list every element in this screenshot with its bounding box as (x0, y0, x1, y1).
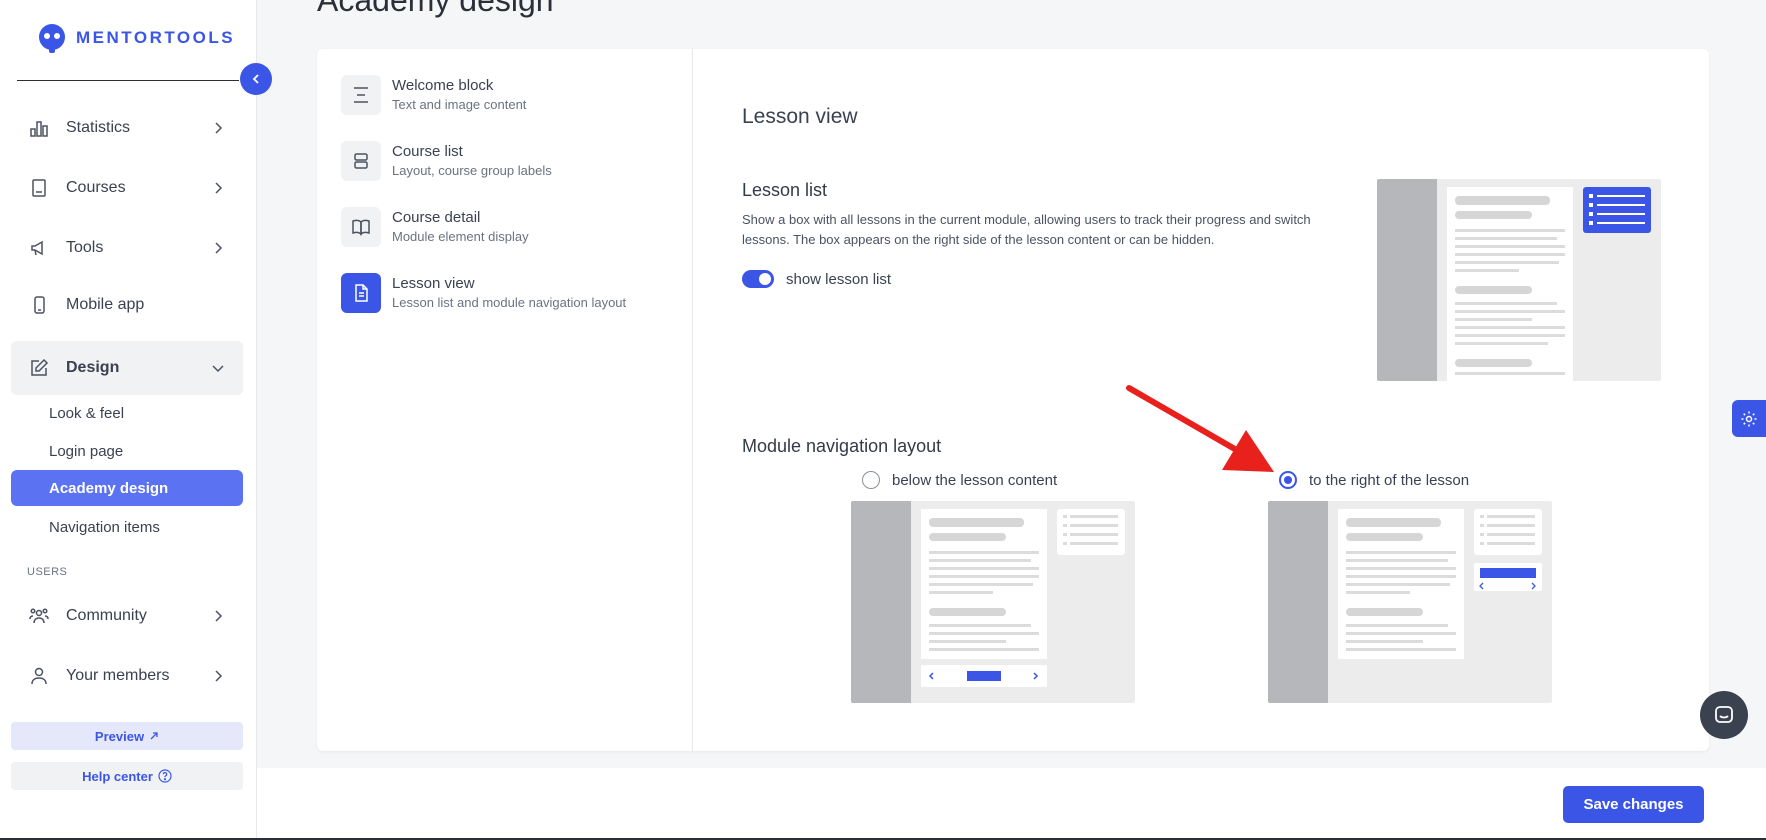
brand-name: MENTORTOOLS (76, 28, 236, 47)
settings-item-subtitle: Lesson list and module navigation layout (392, 295, 627, 310)
megaphone-icon (28, 237, 50, 259)
pencil-icon (28, 357, 50, 379)
sidebar-item-your-members[interactable]: Your members (11, 652, 243, 700)
sidebar-item-label: Statistics (66, 119, 131, 136)
layout-rows-icon (341, 141, 381, 181)
settings-item-lesson-view[interactable]: Lesson view Lesson list and module navig… (341, 267, 681, 319)
settings-item-title: Course detail (392, 209, 481, 226)
content-title: Lesson view (742, 105, 858, 128)
settings-item-title: Welcome block (392, 77, 494, 94)
lesson-list-preview-image (1377, 179, 1661, 381)
radio-label: to the right of the lesson (1309, 471, 1470, 489)
sidebar-subitem-login-page[interactable]: Login page (11, 433, 243, 469)
settings-item-course-list[interactable]: Course list Layout, course group labels (341, 135, 681, 187)
bottom-action-bar (257, 768, 1766, 840)
chevron-down-icon (212, 365, 224, 373)
collapse-sidebar-button[interactable] (240, 63, 272, 95)
radio-below-lesson-content[interactable] (862, 471, 880, 489)
sidebar-item-label: Tools (66, 239, 104, 256)
sidebar-subitem-look-feel[interactable]: Look & feel (11, 395, 243, 431)
radio-option-right[interactable]: to the right of the lesson (1279, 471, 1469, 489)
sidebar-divider (17, 80, 239, 81)
show-lesson-list-toggle[interactable] (742, 270, 774, 288)
phone-icon (28, 294, 50, 316)
chat-launcher-button[interactable] (1700, 691, 1748, 739)
below-layout-preview-image[interactable] (851, 501, 1135, 703)
lesson-list-title: Lesson list (742, 180, 828, 200)
sidebar: MENTORTOOLS Statistics Courses Tools Mob… (0, 0, 257, 840)
people-icon (28, 605, 50, 627)
save-changes-button[interactable]: Save changes (1563, 786, 1704, 823)
show-lesson-list-toggle-row[interactable]: show lesson list (742, 270, 891, 288)
chat-icon (1715, 706, 1733, 723)
sidebar-item-statistics[interactable]: Statistics (11, 104, 243, 152)
sidebar-subitem-academy-design[interactable]: Academy design (11, 470, 243, 506)
settings-tab[interactable] (1732, 400, 1766, 437)
radio-label: below the lesson content (892, 471, 1058, 489)
sidebar-item-label: Design (66, 359, 120, 376)
question-circle-icon (158, 769, 172, 783)
gear-icon (1741, 411, 1757, 426)
sidebar-item-mobile-app[interactable]: Mobile app (11, 281, 243, 329)
sidebar-item-label: Community (66, 607, 147, 624)
external-link-icon (150, 732, 158, 740)
chevron-right-icon (215, 182, 223, 194)
chevron-right-icon (215, 670, 223, 682)
help-center-label: Help center (82, 768, 153, 784)
sidebar-item-tools[interactable]: Tools (11, 224, 243, 272)
settings-item-welcome-block[interactable]: Welcome block Text and image content (341, 69, 681, 121)
robot-logo-icon (39, 24, 65, 53)
page-title: Academy design (317, 0, 554, 18)
bar-chart-icon (28, 117, 50, 139)
settings-item-subtitle: Text and image content (392, 97, 527, 112)
user-icon (28, 665, 50, 687)
brand-logo[interactable]: MENTORTOOLS (36, 22, 235, 54)
sidebar-item-courses[interactable]: Courses (11, 164, 243, 212)
chevron-left-icon (252, 74, 259, 84)
chevron-right-icon (215, 610, 223, 622)
chevron-right-icon (215, 122, 223, 134)
sidebar-subitem-navigation-items[interactable]: Navigation items (11, 509, 243, 545)
sidebar-item-community[interactable]: Community (11, 592, 243, 640)
help-center-button[interactable]: Help center (11, 762, 243, 790)
settings-item-subtitle: Layout, course group labels (392, 163, 552, 178)
open-book-icon (341, 207, 381, 247)
lesson-list-description: Show a box with all lessons in the curre… (742, 212, 1311, 247)
section-label-users: USERS (27, 566, 68, 578)
radio-option-below[interactable]: below the lesson content (862, 471, 1057, 489)
settings-item-title: Lesson view (392, 275, 475, 292)
document-icon (341, 273, 381, 313)
settings-item-course-detail[interactable]: Course detail Module element display (341, 201, 681, 253)
preview-button[interactable]: Preview (11, 722, 243, 750)
toggle-label: show lesson list (786, 270, 892, 288)
book-icon (28, 177, 50, 199)
sidebar-item-label: Mobile app (66, 296, 145, 313)
settings-item-subtitle: Module element display (392, 229, 529, 244)
module-navigation-title: Module navigation layout (742, 436, 942, 456)
sidebar-item-design[interactable]: Design (11, 341, 243, 395)
sidebar-item-label: Courses (66, 179, 126, 196)
annotation-arrow-icon (1126, 385, 1274, 472)
card-divider (692, 49, 693, 751)
settings-item-title: Course list (392, 143, 463, 160)
preview-label: Preview (94, 728, 145, 744)
align-center-icon (341, 75, 381, 115)
right-layout-preview-image[interactable] (1268, 501, 1552, 703)
sidebar-item-label: Your members (66, 667, 170, 684)
radio-right-of-lesson[interactable] (1279, 471, 1297, 489)
settings-card: Welcome block Text and image content Cou… (317, 49, 1709, 751)
chevron-right-icon (215, 242, 223, 254)
